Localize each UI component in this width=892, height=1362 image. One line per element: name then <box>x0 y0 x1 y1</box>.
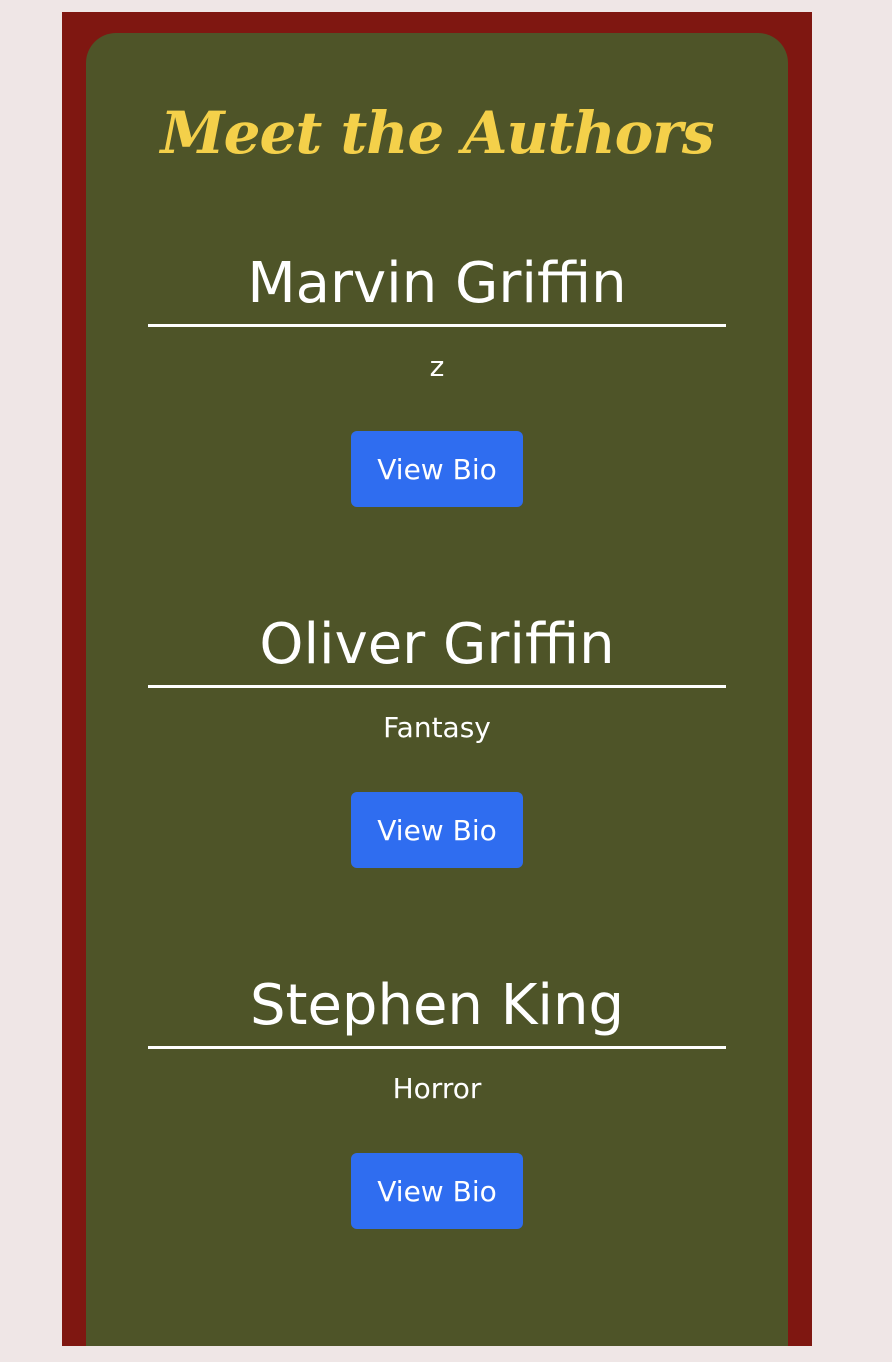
authors-panel: Meet the Authors Marvin Griffin z View B… <box>86 33 788 1346</box>
author-divider <box>148 324 726 327</box>
page-frame: Meet the Authors Marvin Griffin z View B… <box>62 12 812 1346</box>
view-bio-button[interactable]: View Bio <box>351 792 523 868</box>
page-title: Meet the Authors <box>160 99 714 167</box>
author-divider <box>148 685 726 688</box>
author-card: Oliver Griffin Fantasy View Bio <box>148 608 726 868</box>
author-card: Stephen King Horror View Bio <box>148 969 726 1229</box>
author-divider <box>148 1046 726 1049</box>
author-genre: z <box>429 350 445 383</box>
author-name: Oliver Griffin <box>259 612 615 677</box>
author-name: Stephen King <box>249 973 625 1038</box>
author-genre: Fantasy <box>383 711 491 744</box>
author-card: Marvin Griffin z View Bio <box>148 247 726 507</box>
author-name: Marvin Griffin <box>247 251 627 316</box>
view-bio-button[interactable]: View Bio <box>351 1153 523 1229</box>
view-bio-button[interactable]: View Bio <box>351 431 523 507</box>
author-genre: Horror <box>392 1072 482 1105</box>
